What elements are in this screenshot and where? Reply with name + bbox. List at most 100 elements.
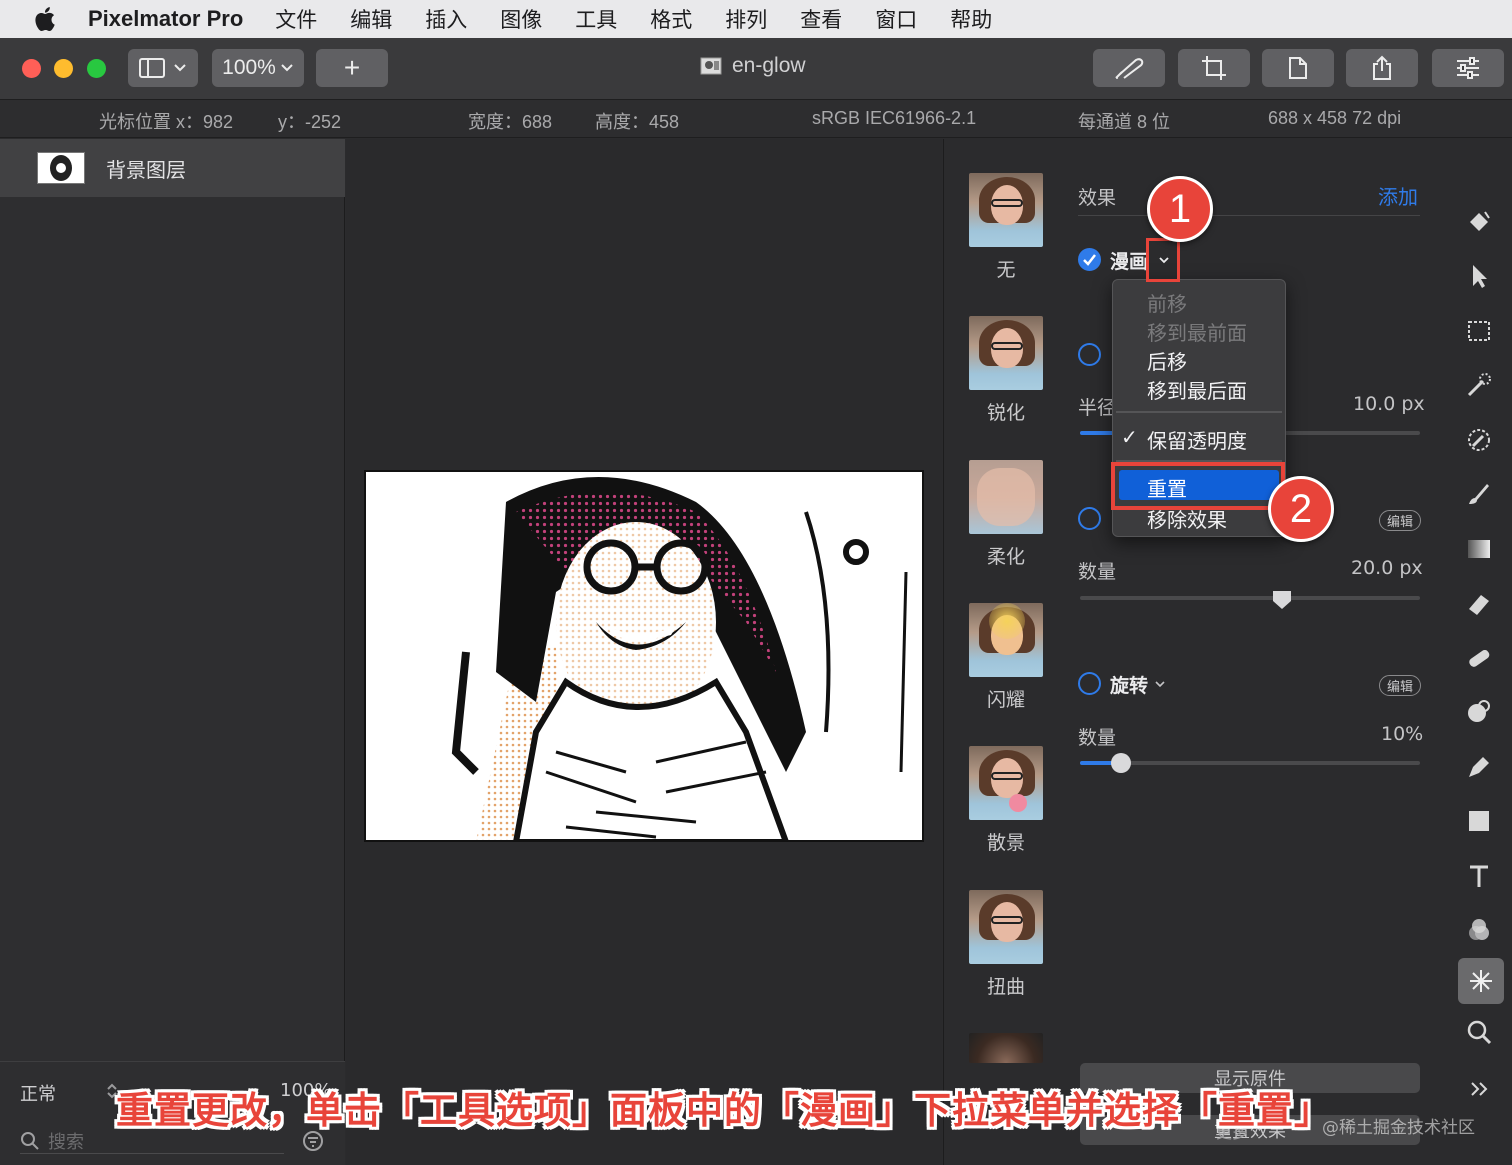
effect-thumb-none[interactable]: 无 [969, 173, 1043, 282]
effect-thumb-sharpen[interactable]: 锐化 [969, 316, 1043, 425]
menu-file[interactable]: 文件 [275, 4, 317, 34]
effect-thumb-glow[interactable]: 闪耀 [969, 603, 1043, 712]
checkmark-icon: ✓ [1121, 425, 1138, 449]
double-chevron-right-icon[interactable] [1460, 1070, 1498, 1108]
effect-label: 锐化 [986, 402, 1025, 424]
effects-browser: 无 锐化 柔化 闪耀 散景 扭曲 [943, 139, 1066, 1165]
comic-effect-image[interactable] [364, 470, 924, 842]
sidebar-icon [139, 58, 165, 78]
chevron-down-icon[interactable] [1154, 679, 1166, 689]
effect-enable-checkbox-3[interactable] [1078, 507, 1101, 530]
bandage-icon[interactable] [1460, 639, 1498, 677]
gradient-icon[interactable] [1460, 530, 1498, 568]
effect-label: 散景 [986, 832, 1025, 854]
magic-wand-icon[interactable] [1460, 366, 1498, 404]
menu-image[interactable]: 图像 [500, 4, 542, 34]
canvas-area[interactable] [346, 139, 942, 1165]
type-icon[interactable] [1460, 857, 1498, 895]
search-placeholder: 搜索 [48, 1131, 84, 1153]
amount2-value: 10% [1381, 723, 1424, 745]
effect-thumb-kaleidoscope[interactable] [969, 1033, 1043, 1063]
menu-item-move-forward[interactable]: 前移 [1147, 288, 1187, 317]
menu-edit[interactable]: 编辑 [350, 4, 392, 34]
watermark: @稀土掘金技术社区 [1322, 1118, 1475, 1138]
effect-label: 柔化 [986, 546, 1025, 568]
effect-enable-checkbox-comic[interactable] [1078, 248, 1101, 271]
amount-slider[interactable] [1080, 596, 1420, 600]
checkmark-icon [1083, 254, 1096, 266]
eyedropper-icon[interactable] [1460, 421, 1498, 459]
zoom-window-button[interactable] [87, 59, 106, 78]
slider-knob[interactable] [1111, 753, 1131, 773]
width-readout: 宽度：688 [468, 112, 553, 132]
clone-icon[interactable] [1460, 693, 1498, 731]
apple-logo-icon[interactable] [34, 6, 56, 32]
effects-icon[interactable] [1458, 958, 1504, 1004]
menu-tools[interactable]: 工具 [575, 4, 617, 34]
effect-label: 闪耀 [986, 689, 1025, 711]
pen-icon[interactable] [1460, 748, 1498, 786]
edit-button[interactable]: 编辑 [1379, 510, 1421, 531]
format-tools-button[interactable] [1093, 49, 1165, 87]
effect-name-twirl: 旋转 [1110, 675, 1149, 697]
callout-1: 1 [1147, 176, 1213, 242]
menu-window[interactable]: 窗口 [875, 4, 917, 34]
effect-thumb-bokeh[interactable]: 散景 [969, 746, 1043, 855]
tools-strip [1444, 139, 1512, 1165]
document-icon [1289, 57, 1307, 79]
radius-label: 半径 [1078, 397, 1117, 419]
menu-app-name[interactable]: Pixelmator Pro [88, 6, 243, 32]
brush-icon[interactable] [1460, 475, 1498, 513]
color-adjust-icon[interactable] [1460, 911, 1498, 949]
menu-item-send-to-back[interactable]: 移到最后面 [1147, 375, 1247, 404]
amount2-label: 数量 [1078, 727, 1117, 749]
new-document-button[interactable] [1262, 49, 1334, 87]
rect-select-icon[interactable] [1460, 312, 1498, 350]
color-profile: sRGB IEC61966-2.1 [812, 108, 977, 128]
comic-dropdown-trigger[interactable] [1146, 238, 1180, 282]
add-effect-button[interactable]: 添加 [1378, 181, 1418, 210]
effects-section-title: 效果 [1078, 187, 1117, 209]
effect-thumb-soften[interactable]: 柔化 [969, 460, 1043, 569]
menu-view[interactable]: 查看 [800, 4, 842, 34]
layer-name: 背景图层 [106, 157, 186, 182]
image-dimensions: 688 x 458 72 dpi [1268, 108, 1402, 128]
layer-thumbnail [37, 152, 85, 184]
menu-separator [1116, 411, 1282, 413]
blend-mode-select[interactable]: 正常 [20, 1080, 56, 1106]
menu-format[interactable]: 格式 [650, 4, 692, 34]
height-readout: 高度：458 [595, 112, 680, 132]
menu-help[interactable]: 帮助 [950, 4, 992, 34]
eraser-icon[interactable] [1460, 584, 1498, 622]
menu-item-bring-to-front[interactable]: 移到最前面 [1147, 317, 1247, 346]
menu-insert[interactable]: 插入 [425, 4, 467, 34]
effect-thumb-distort[interactable]: 扭曲 [969, 890, 1043, 999]
edit-button[interactable]: 编辑 [1379, 675, 1421, 696]
paint-bucket-icon[interactable] [1460, 203, 1498, 241]
amount2-slider[interactable] [1080, 761, 1420, 765]
crop-button[interactable] [1178, 49, 1250, 87]
document-title-text: en-glow [732, 54, 806, 77]
close-window-button[interactable] [22, 59, 41, 78]
effect-enable-checkbox-twirl[interactable] [1078, 672, 1101, 695]
layer-row[interactable]: 背景图层 [0, 139, 345, 197]
add-button[interactable]: + [316, 49, 388, 87]
zoom-level-label: 100% [222, 56, 276, 79]
zoom-icon[interactable] [1460, 1013, 1498, 1051]
sidebar-toggle-button[interactable] [128, 49, 198, 87]
zoom-level-button[interactable]: 100% [212, 49, 304, 87]
minimize-window-button[interactable] [54, 59, 73, 78]
amount-value: 20.0 px [1351, 557, 1423, 579]
sliders-icon [1457, 57, 1479, 79]
effect-enable-checkbox-2[interactable] [1078, 343, 1101, 366]
arrow-select-icon[interactable] [1460, 257, 1498, 295]
menu-arrange[interactable]: 排列 [725, 4, 767, 34]
chevron-down-icon [281, 64, 293, 72]
adjustments-button[interactable] [1432, 49, 1504, 87]
shape-icon[interactable] [1460, 802, 1498, 840]
menu-item-move-backward[interactable]: 后移 [1147, 346, 1187, 375]
menu-bar: Pixelmator Pro 文件 编辑 插入 图像 工具 格式 排列 查看 窗… [0, 0, 1512, 38]
slider-thumb[interactable] [1271, 589, 1293, 611]
menu-item-preserve-transparency[interactable]: 保留透明度 [1147, 425, 1247, 454]
share-button[interactable] [1346, 49, 1418, 87]
